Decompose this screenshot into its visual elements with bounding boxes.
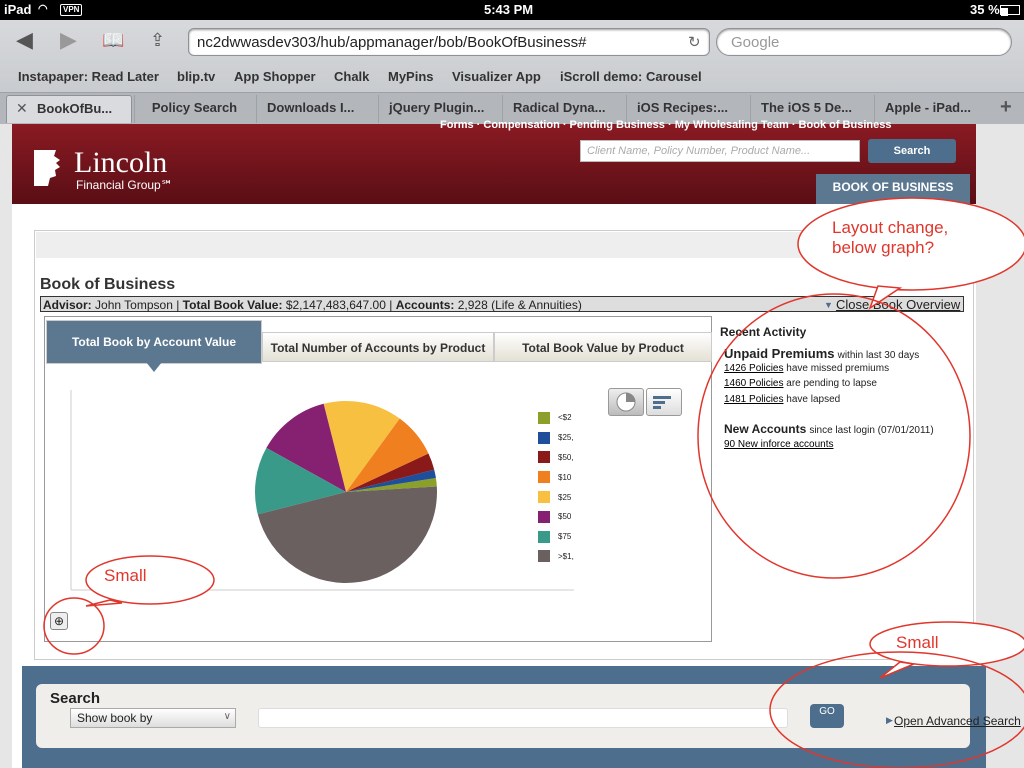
callout-small-text: Small <box>896 633 939 652</box>
callout-layout-text: Layout change, below graph? <box>832 218 949 257</box>
callout-small-text: Small <box>104 566 147 585</box>
annotation-overlay <box>43 197 1024 768</box>
